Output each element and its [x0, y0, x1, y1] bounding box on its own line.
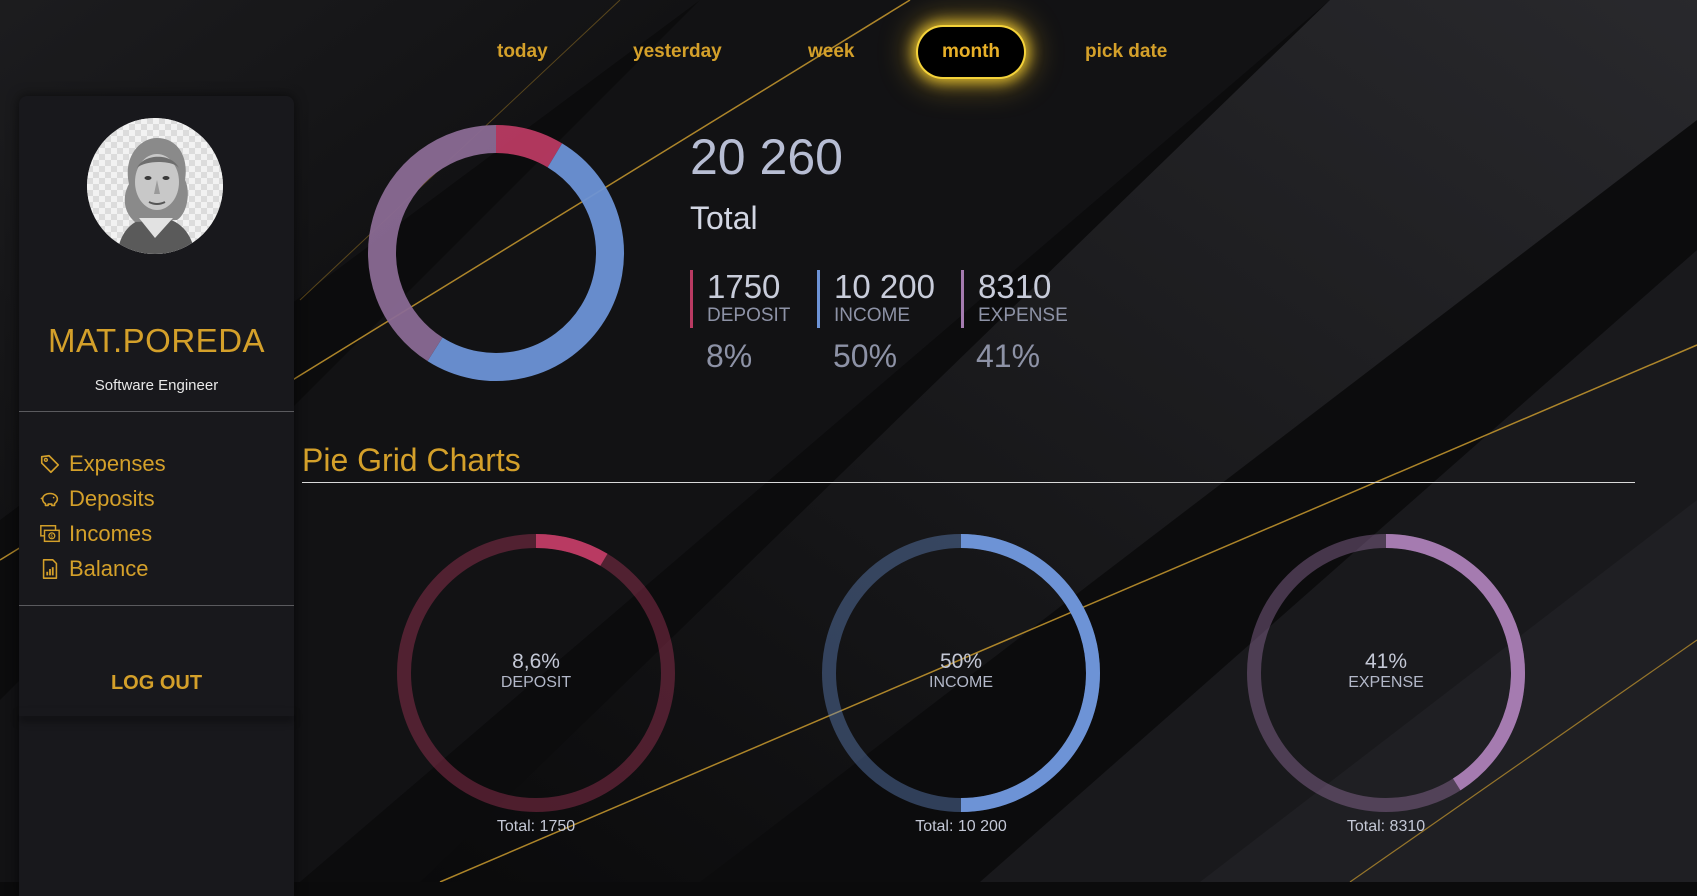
total-value: 20 260 [690, 129, 843, 185]
section-title: Pie Grid Charts [302, 442, 521, 478]
sidebar-item-balance[interactable]: Balance [39, 551, 166, 586]
sidebar-item-expenses[interactable]: Expenses [39, 446, 166, 481]
piggy-bank-icon [40, 492, 59, 506]
sidebar-item-label: Expenses [69, 450, 166, 476]
stat-deposit: 1750 DEPOSIT [690, 270, 790, 328]
pie-expense-total: Total: 8310 [1346, 818, 1426, 835]
portrait-icon [87, 118, 223, 254]
pie-income-total: Total: 10 200 [915, 818, 1007, 835]
stat-expense-percent: 41% [976, 338, 1041, 374]
pie-income-label: INCOME [929, 674, 993, 691]
nav-week[interactable]: week [808, 40, 854, 64]
sidebar-menu: Expenses Deposits $ Incomes Balance [39, 446, 166, 586]
sidebar-divider [19, 605, 294, 606]
sidebar: MAT.POREDA Software Engineer Expenses De… [19, 96, 294, 896]
logout-button[interactable]: LOG OUT [19, 672, 294, 695]
pie-deposit-label: DEPOSIT [500, 674, 572, 691]
stat-expense: 8310 EXPENSE [961, 270, 1068, 328]
report-icon [42, 558, 58, 579]
stat-value: 8310 [978, 268, 1052, 305]
user-name: MAT.POREDA [47, 322, 266, 359]
tag-icon [40, 454, 60, 473]
sidebar-item-label: Deposits [69, 485, 155, 511]
user-role: Software Engineer [94, 377, 219, 394]
stat-deposit-percent: 8% [706, 338, 753, 374]
stat-label: DEPOSIT [707, 305, 791, 326]
nav-today[interactable]: today [497, 40, 548, 64]
stat-value: 1750 [707, 268, 781, 305]
period-nav: today yesterday week month pick date [0, 0, 1697, 100]
sidebar-item-deposits[interactable]: Deposits [39, 481, 166, 516]
pie-expense-percent: 41% [1364, 650, 1408, 673]
pie-income-percent: 50% [939, 650, 983, 673]
stat-value: 10 200 [834, 268, 935, 305]
stat-income: 10 200 INCOME [817, 270, 935, 328]
stat-label: EXPENSE [978, 305, 1068, 326]
sidebar-item-label: Balance [69, 555, 149, 581]
nav-pick-date[interactable]: pick date [1085, 40, 1167, 64]
section-divider [302, 482, 1635, 483]
pie-deposit-percent: 8,6% [512, 650, 560, 673]
money-icon: $ [40, 524, 60, 542]
pie-expense-label: EXPENSE [1348, 674, 1424, 691]
avatar[interactable] [87, 118, 223, 254]
stat-income-percent: 50% [833, 338, 898, 374]
nav-yesterday[interactable]: yesterday [633, 40, 722, 64]
sidebar-shade [19, 708, 294, 716]
sidebar-item-label: Incomes [69, 520, 153, 546]
total-label: Total [690, 200, 758, 236]
sidebar-divider [19, 411, 294, 412]
pie-deposit-total: Total: 1750 [496, 818, 576, 835]
nav-month[interactable]: month [918, 27, 1025, 77]
stat-label: INCOME [834, 305, 910, 326]
sidebar-item-incomes[interactable]: $ Incomes [39, 516, 166, 551]
